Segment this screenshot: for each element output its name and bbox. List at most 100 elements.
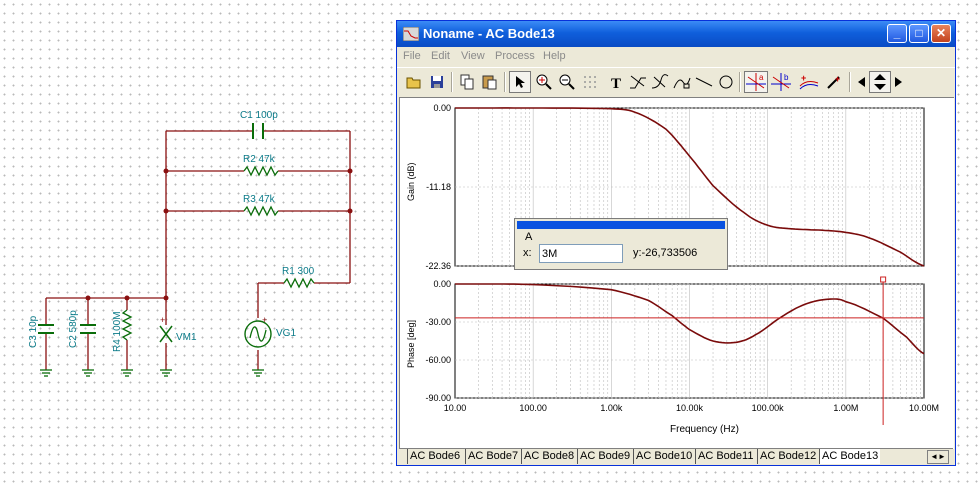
text-icon[interactable]: T — [605, 71, 627, 93]
tab-ac-bode8[interactable]: AC Bode8 — [521, 449, 576, 464]
svg-text:+: + — [801, 73, 806, 83]
x-tick-label: 10.00M — [909, 403, 939, 413]
menu-file[interactable]: File — [403, 50, 421, 62]
x-tick-label: 1.00k — [600, 403, 623, 413]
bode-plots[interactable]: 0.00 -11.18 -22.36 Gain (dB) 0.00 -30.00 -60… — [400, 98, 954, 449]
tab-ac-bode7[interactable]: AC Bode7 — [465, 449, 520, 464]
pointer-icon[interactable] — [509, 71, 531, 93]
plot-area[interactable]: 0.00 -11.18 -22.36 Gain (dB) 0.00 -30.00 -60… — [399, 97, 954, 449]
resistor-r2[interactable]: R2 47k — [243, 154, 279, 177]
resistor-r1[interactable]: R1 300 — [282, 266, 315, 289]
cursor-x-label: x: — [523, 247, 532, 259]
cursor-b-icon[interactable]: b — [769, 71, 793, 93]
ground-symbols — [40, 369, 264, 377]
tab-ac-bode10[interactable]: AC Bode10 — [633, 449, 694, 464]
y-tick-label: -30.00 — [425, 317, 451, 327]
phase-plot[interactable]: 0.00-30.00-60.00-90.00 10.00 100.00 1.00k 1… — [406, 276, 939, 435]
menu-bar: File Edit View Process Help — [397, 47, 955, 67]
svg-text:+: + — [160, 315, 165, 325]
app-icon — [403, 27, 419, 41]
arrow-left-icon[interactable] — [855, 71, 869, 93]
tab-ac-bode13[interactable]: AC Bode13 — [819, 449, 881, 464]
save-icon[interactable] — [426, 71, 448, 93]
circuit-schematic[interactable]: C1 100p R2 47k R3 47k R1 300 C3 10p C2 5… — [0, 0, 390, 488]
y-tick-label: -11.18 — [426, 182, 451, 192]
copy-icon[interactable] — [456, 71, 478, 93]
maximize-button[interactable]: □ — [909, 24, 929, 43]
voltage-source-vg1[interactable]: + VG1 — [244, 315, 296, 348]
x-tick-label: 100.00k — [752, 403, 785, 413]
toolbar: T a b + + — [397, 67, 955, 96]
arrow-updown-icon[interactable] — [869, 71, 891, 93]
cursor-a-handle[interactable] — [880, 276, 887, 283]
freehand-icon[interactable] — [671, 71, 693, 93]
arrow-right-icon[interactable] — [891, 71, 905, 93]
y-tick-label: -22.36 — [425, 261, 451, 271]
bode-window[interactable]: Noname - AC Bode13 _ □ ✕ File Edit View … — [396, 20, 956, 466]
menu-view[interactable]: View — [461, 50, 485, 62]
tab-ac-bode9[interactable]: AC Bode9 — [577, 449, 632, 464]
resistor-r3[interactable]: R3 47k — [243, 194, 279, 217]
phase-y-ticks: 0.00 -30.00 -60.00 -90.00 — [425, 279, 451, 403]
frequency-axis-label: Frequency (Hz) — [670, 424, 739, 435]
y-tick-label: 0.00 — [433, 103, 451, 113]
x-tick-label: 100.00 — [519, 403, 547, 413]
x-tick-label: 1.00M — [833, 403, 858, 413]
capacitor-c2[interactable]: C2 580p — [68, 310, 96, 348]
cursor-x-input[interactable] — [539, 244, 623, 263]
gain-y-ticks: 0.00 -11.18 -22.36 — [425, 103, 451, 271]
capacitor-c3[interactable]: C3 10p — [28, 315, 54, 348]
x-tick-label: 10.00 — [444, 403, 467, 413]
menu-process[interactable]: Process — [495, 50, 535, 62]
menu-help[interactable]: Help — [543, 50, 566, 62]
zoom-in-icon[interactable] — [533, 71, 555, 93]
gain-axis-label: Gain (dB) — [406, 162, 416, 201]
tab-ac-bode6[interactable]: AC Bode6 — [407, 449, 462, 464]
straight-line-icon[interactable] — [693, 71, 715, 93]
y-tick-label: -60.00 — [425, 355, 451, 365]
zoom-100-icon[interactable] — [556, 71, 578, 93]
c2-label: C2 580p — [68, 310, 79, 348]
c3-label: C3 10p — [28, 315, 39, 348]
r4-label: R4 100M — [112, 311, 123, 352]
r1-label: R1 300 — [282, 266, 315, 277]
frequency-x-ticks: 10.00 100.00 1.00k 10.00k 100.00k 1.00M 10.00M — [444, 403, 939, 413]
curve-tool-icon[interactable] — [649, 71, 671, 93]
circle-icon[interactable] — [715, 71, 737, 93]
close-button[interactable]: ✕ — [931, 24, 951, 43]
circuit-wires — [45, 130, 351, 370]
cursor-panel-titlebar[interactable] — [517, 221, 725, 229]
vg1-label: VG1 — [276, 328, 296, 339]
capacitor-c1[interactable]: C1 100p — [240, 110, 278, 139]
cursor-readout-panel[interactable]: A x: y:-26,733506 — [514, 218, 728, 270]
phase-axis-label: Phase [deg] — [406, 320, 416, 368]
vm1-label: VM1 — [176, 332, 197, 343]
svg-text:+: + — [835, 74, 840, 84]
tab-ac-bode11[interactable]: AC Bode11 — [695, 449, 755, 464]
tab-ac-bode12[interactable]: AC Bode12 — [757, 449, 818, 464]
x-tick-label: 10.00k — [676, 403, 704, 413]
cursor-y-readout: y:-26,733506 — [633, 247, 698, 259]
minimize-button[interactable]: _ — [887, 24, 907, 43]
menu-edit[interactable]: Edit — [431, 50, 450, 62]
resistor-r4[interactable]: R4 100M — [112, 309, 133, 352]
cursor-a-icon[interactable]: a — [744, 71, 768, 93]
paste-icon[interactable] — [479, 71, 501, 93]
tab-scroll-icon[interactable]: ◄► — [927, 450, 949, 464]
svg-text:a: a — [759, 73, 764, 82]
svg-text:T: T — [611, 76, 621, 90]
tab-strip: ◄► AC Bode6 AC Bode7 AC Bode8 AC Bode9 AC Bo… — [399, 448, 953, 465]
r3-label: R3 47k — [243, 194, 276, 205]
title-bar[interactable]: Noname - AC Bode13 _ □ ✕ — [397, 21, 955, 47]
open-icon[interactable] — [403, 71, 425, 93]
y-tick-label: 0.00 — [433, 279, 451, 289]
line-tool-icon[interactable] — [627, 71, 649, 93]
add-marker-icon[interactable]: + — [797, 71, 821, 93]
cursor-name: A — [525, 231, 533, 243]
c1-label: C1 100p — [240, 110, 278, 121]
grid-icon[interactable] — [579, 71, 601, 93]
svg-text:+: + — [262, 315, 267, 325]
r2-label: R2 47k — [243, 154, 276, 165]
pick-icon[interactable]: + — [823, 71, 845, 93]
svg-text:b: b — [784, 73, 789, 82]
